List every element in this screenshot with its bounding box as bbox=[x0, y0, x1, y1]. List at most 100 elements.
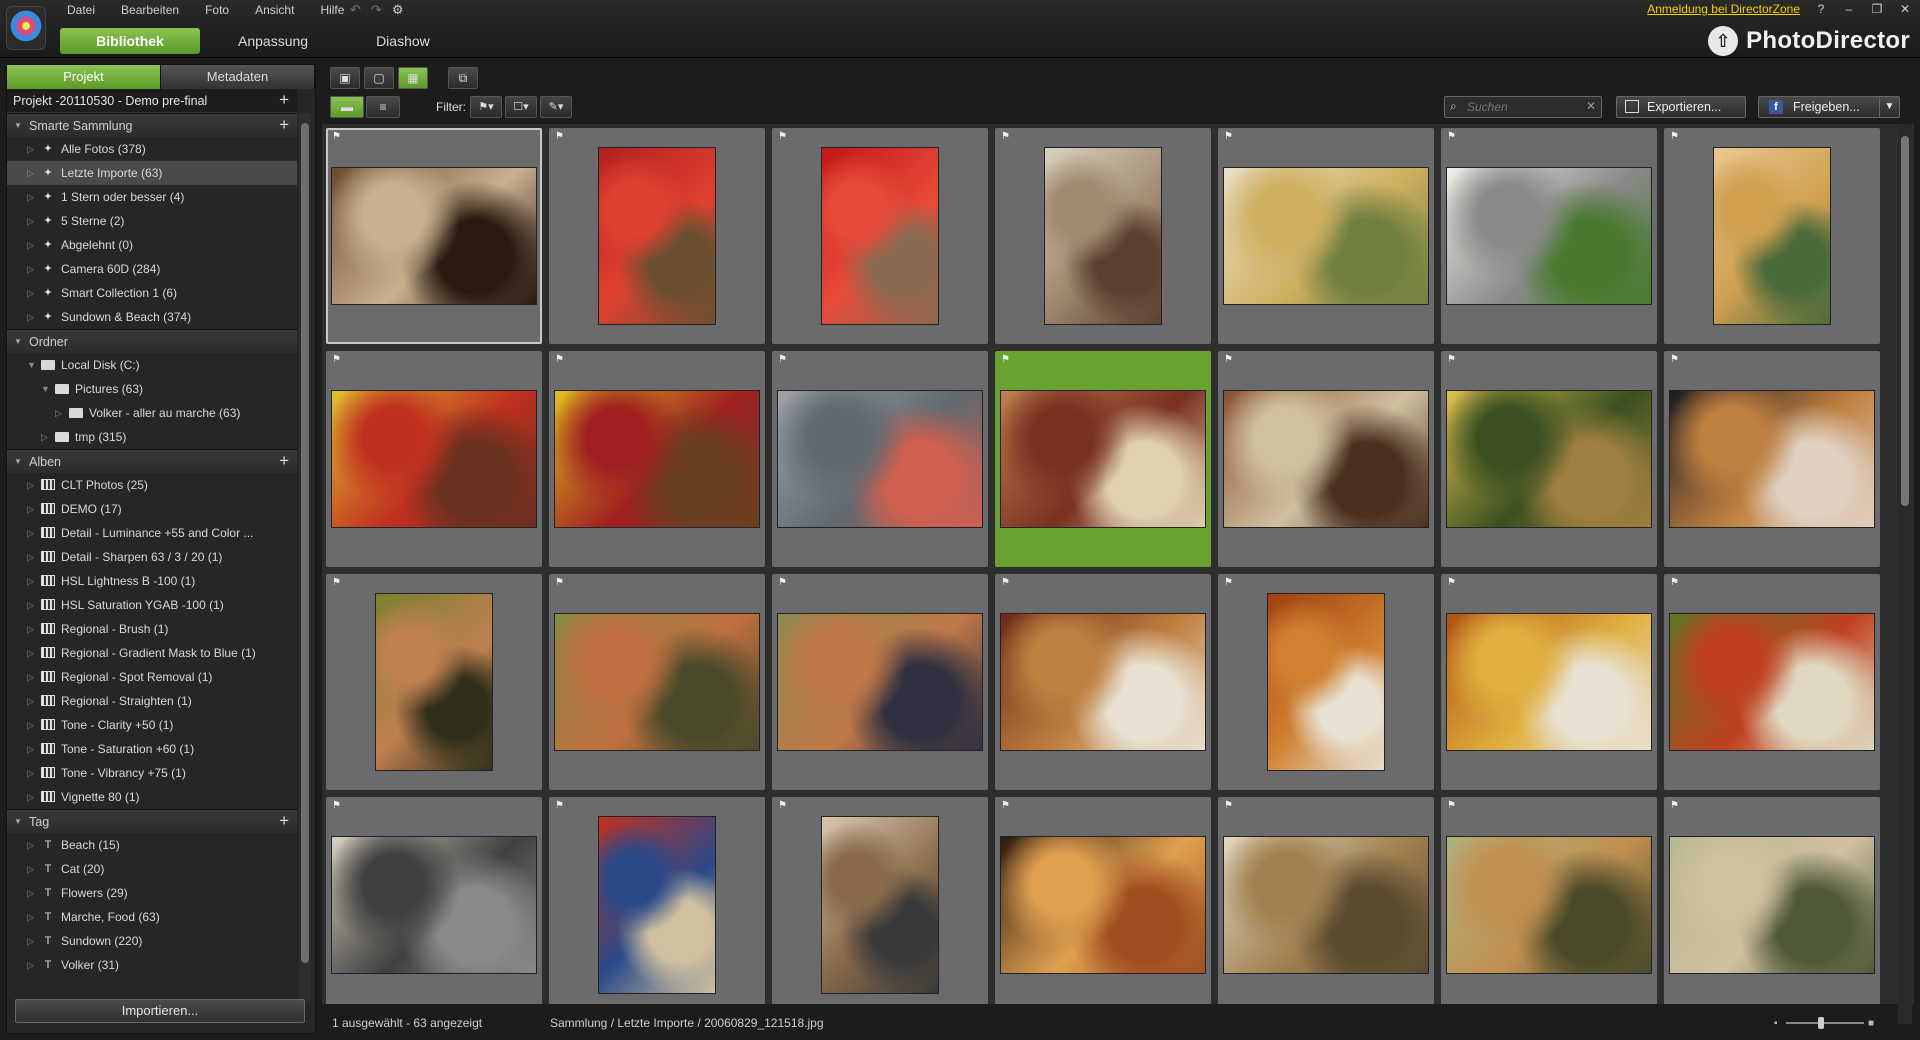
tree-item-albums[interactable]: ▷ CLT Photos (25) bbox=[7, 473, 297, 497]
rating-filter-icon[interactable]: ☐▾ bbox=[505, 96, 537, 118]
add-project-icon[interactable]: + bbox=[279, 89, 289, 111]
expand-arrow-icon[interactable]: ▷ bbox=[27, 833, 34, 857]
expand-arrow-icon[interactable]: ▷ bbox=[27, 929, 34, 953]
export-button[interactable]: Exportieren... bbox=[1616, 96, 1746, 118]
expand-arrow-icon[interactable]: ▷ bbox=[27, 593, 34, 617]
expand-arrow-icon[interactable]: ▷ bbox=[27, 713, 34, 737]
add-tags-icon[interactable]: + bbox=[279, 810, 289, 832]
flag-icon[interactable]: ⚑ bbox=[1001, 800, 1010, 811]
left-panel-scrollbar[interactable] bbox=[299, 113, 311, 1003]
clear-search-icon[interactable]: ✕ bbox=[1586, 99, 1596, 113]
tree-item-albums[interactable]: ▷ Regional - Spot Removal (1) bbox=[7, 665, 297, 689]
photo-cell[interactable]: ⚑ bbox=[326, 797, 542, 1004]
tree-item-tags[interactable]: ▷ T Sundown (220) bbox=[7, 929, 297, 953]
maximize-button[interactable]: ❐ bbox=[1870, 2, 1884, 16]
photo-cell[interactable]: ⚑ bbox=[1664, 351, 1880, 567]
tree-item-smart[interactable]: ▷ ✦ 1 Stern oder besser (4) bbox=[7, 185, 297, 209]
photo-thumbnail[interactable] bbox=[1223, 836, 1429, 974]
flag-icon[interactable]: ⚑ bbox=[332, 354, 341, 365]
expand-arrow-icon[interactable]: ▷ bbox=[55, 401, 62, 425]
tree-item-tags[interactable]: ▷ T Beach (15) bbox=[7, 833, 297, 857]
tree-item-tags[interactable]: ▷ T Volker (31) bbox=[7, 953, 297, 973]
flag-icon[interactable]: ⚑ bbox=[1447, 577, 1456, 588]
expand-arrow-icon[interactable]: ▷ bbox=[27, 689, 34, 713]
photo-thumbnail[interactable] bbox=[1000, 390, 1206, 528]
photo-cell[interactable]: ⚑ bbox=[326, 574, 542, 790]
expand-arrow-icon[interactable]: ▷ bbox=[27, 161, 34, 185]
photo-cell[interactable]: ⚑ bbox=[1441, 351, 1657, 567]
list-mode-icon[interactable]: ≡ bbox=[366, 96, 400, 118]
flag-icon[interactable]: ⚑ bbox=[778, 131, 787, 142]
photo-cell[interactable]: ⚑ bbox=[1218, 351, 1434, 567]
help-button[interactable]: ? bbox=[1814, 2, 1828, 16]
photo-cell[interactable]: ⚑ bbox=[995, 574, 1211, 790]
zoom-knob[interactable] bbox=[1818, 1017, 1824, 1029]
close-button[interactable]: ✕ bbox=[1898, 2, 1912, 16]
expand-arrow-icon[interactable]: ▼ bbox=[27, 353, 36, 377]
import-button[interactable]: Importieren... bbox=[15, 999, 305, 1023]
tree-item-folders[interactable]: ▼ Local Disk (C:) bbox=[7, 353, 297, 377]
photo-thumbnail[interactable] bbox=[554, 390, 760, 528]
tree-item-folders[interactable]: ▼ Pictures (63) bbox=[7, 377, 297, 401]
photo-cell[interactable]: ⚑ bbox=[1441, 128, 1657, 344]
menu-foto[interactable]: Foto bbox=[192, 0, 242, 20]
tree-item-albums[interactable]: ▷ Tone - Clarity +50 (1) bbox=[7, 713, 297, 737]
photo-cell[interactable]: ⚑ bbox=[772, 797, 988, 1004]
photo-thumbnail[interactable] bbox=[1669, 836, 1875, 974]
photo-cell[interactable]: ⚑ bbox=[549, 574, 765, 790]
search-input[interactable] bbox=[1467, 99, 1577, 115]
photo-cell[interactable]: ⚑ bbox=[772, 574, 988, 790]
edit-filter-icon[interactable]: ✎▾ bbox=[540, 96, 572, 118]
menu-bearbeiten[interactable]: Bearbeiten bbox=[108, 0, 192, 20]
photo-cell[interactable]: ⚑ bbox=[1664, 128, 1880, 344]
tab-anpassung[interactable]: Anpassung bbox=[208, 28, 338, 54]
flag-icon[interactable]: ⚑ bbox=[1001, 354, 1010, 365]
section-tags[interactable]: Tag + bbox=[7, 809, 297, 834]
add-albums-icon[interactable]: + bbox=[279, 450, 289, 472]
flag-filter-icon[interactable]: ⚑▾ bbox=[470, 96, 502, 118]
viewer-icon[interactable]: ▢ bbox=[364, 67, 394, 89]
photo-cell[interactable]: ⚑ bbox=[1218, 574, 1434, 790]
tree-item-albums[interactable]: ▷ Detail - Luminance +55 and Color ... bbox=[7, 521, 297, 545]
photo-cell[interactable]: ⚑ bbox=[1441, 574, 1657, 790]
minimize-button[interactable]: – bbox=[1842, 2, 1856, 16]
photo-cell[interactable]: ⚑ bbox=[772, 351, 988, 567]
photo-cell[interactable]: ⚑ bbox=[549, 797, 765, 1004]
tree-item-albums[interactable]: ▷ Tone - Saturation +60 (1) bbox=[7, 737, 297, 761]
photo-thumbnail[interactable] bbox=[1000, 836, 1206, 974]
tree-item-smart[interactable]: ▷ ✦ Sundown & Beach (374) bbox=[7, 305, 297, 329]
tree-item-tags[interactable]: ▷ T Cat (20) bbox=[7, 857, 297, 881]
photo-thumbnail[interactable] bbox=[1223, 167, 1429, 305]
flag-icon[interactable]: ⚑ bbox=[1670, 131, 1679, 142]
menu-ansicht[interactable]: Ansicht bbox=[242, 0, 307, 20]
tab-bibliothek[interactable]: Bibliothek bbox=[60, 28, 200, 54]
expand-arrow-icon[interactable]: ▷ bbox=[27, 209, 34, 233]
photo-cell[interactable]: ⚑ bbox=[995, 351, 1211, 567]
flag-icon[interactable]: ⚑ bbox=[1670, 577, 1679, 588]
tree-item-albums[interactable]: ▷ DEMO (17) bbox=[7, 497, 297, 521]
photo-cell[interactable]: ⚑ bbox=[995, 797, 1211, 1004]
expand-arrow-icon[interactable]: ▷ bbox=[27, 665, 34, 689]
flag-icon[interactable]: ⚑ bbox=[1224, 354, 1233, 365]
expand-arrow-icon[interactable]: ▷ bbox=[27, 521, 34, 545]
flag-icon[interactable]: ⚑ bbox=[332, 577, 341, 588]
gear-icon[interactable]: ⚙ bbox=[392, 2, 404, 18]
photo-thumbnail[interactable] bbox=[554, 613, 760, 751]
flag-icon[interactable]: ⚑ bbox=[778, 577, 787, 588]
browser-view-icon[interactable]: ▣ bbox=[330, 67, 360, 89]
photo-thumbnail[interactable] bbox=[598, 147, 716, 325]
thumbnail-size-slider[interactable]: ▪ ■ bbox=[1774, 1017, 1874, 1029]
share-button[interactable]: f Freigeben... ▼ bbox=[1758, 96, 1900, 118]
photo-thumbnail[interactable] bbox=[1223, 390, 1429, 528]
tree-item-albums[interactable]: ▷ Regional - Straighten (1) bbox=[7, 689, 297, 713]
photo-cell[interactable]: ⚑ bbox=[1441, 797, 1657, 1004]
flag-icon[interactable]: ⚑ bbox=[1224, 131, 1233, 142]
expand-arrow-icon[interactable]: ▷ bbox=[27, 569, 34, 593]
expand-arrow-icon[interactable]: ▷ bbox=[27, 881, 34, 905]
photo-thumbnail[interactable] bbox=[1669, 613, 1875, 751]
tree-item-albums[interactable]: ▷ HSL Saturation YGAB -100 (1) bbox=[7, 593, 297, 617]
tree-item-folders[interactable]: ▷ tmp (315) bbox=[7, 425, 297, 449]
section-folders[interactable]: Ordner bbox=[7, 329, 297, 354]
tab-diashow[interactable]: Diashow bbox=[346, 28, 460, 54]
grid-scrollbar[interactable] bbox=[1898, 124, 1912, 1024]
